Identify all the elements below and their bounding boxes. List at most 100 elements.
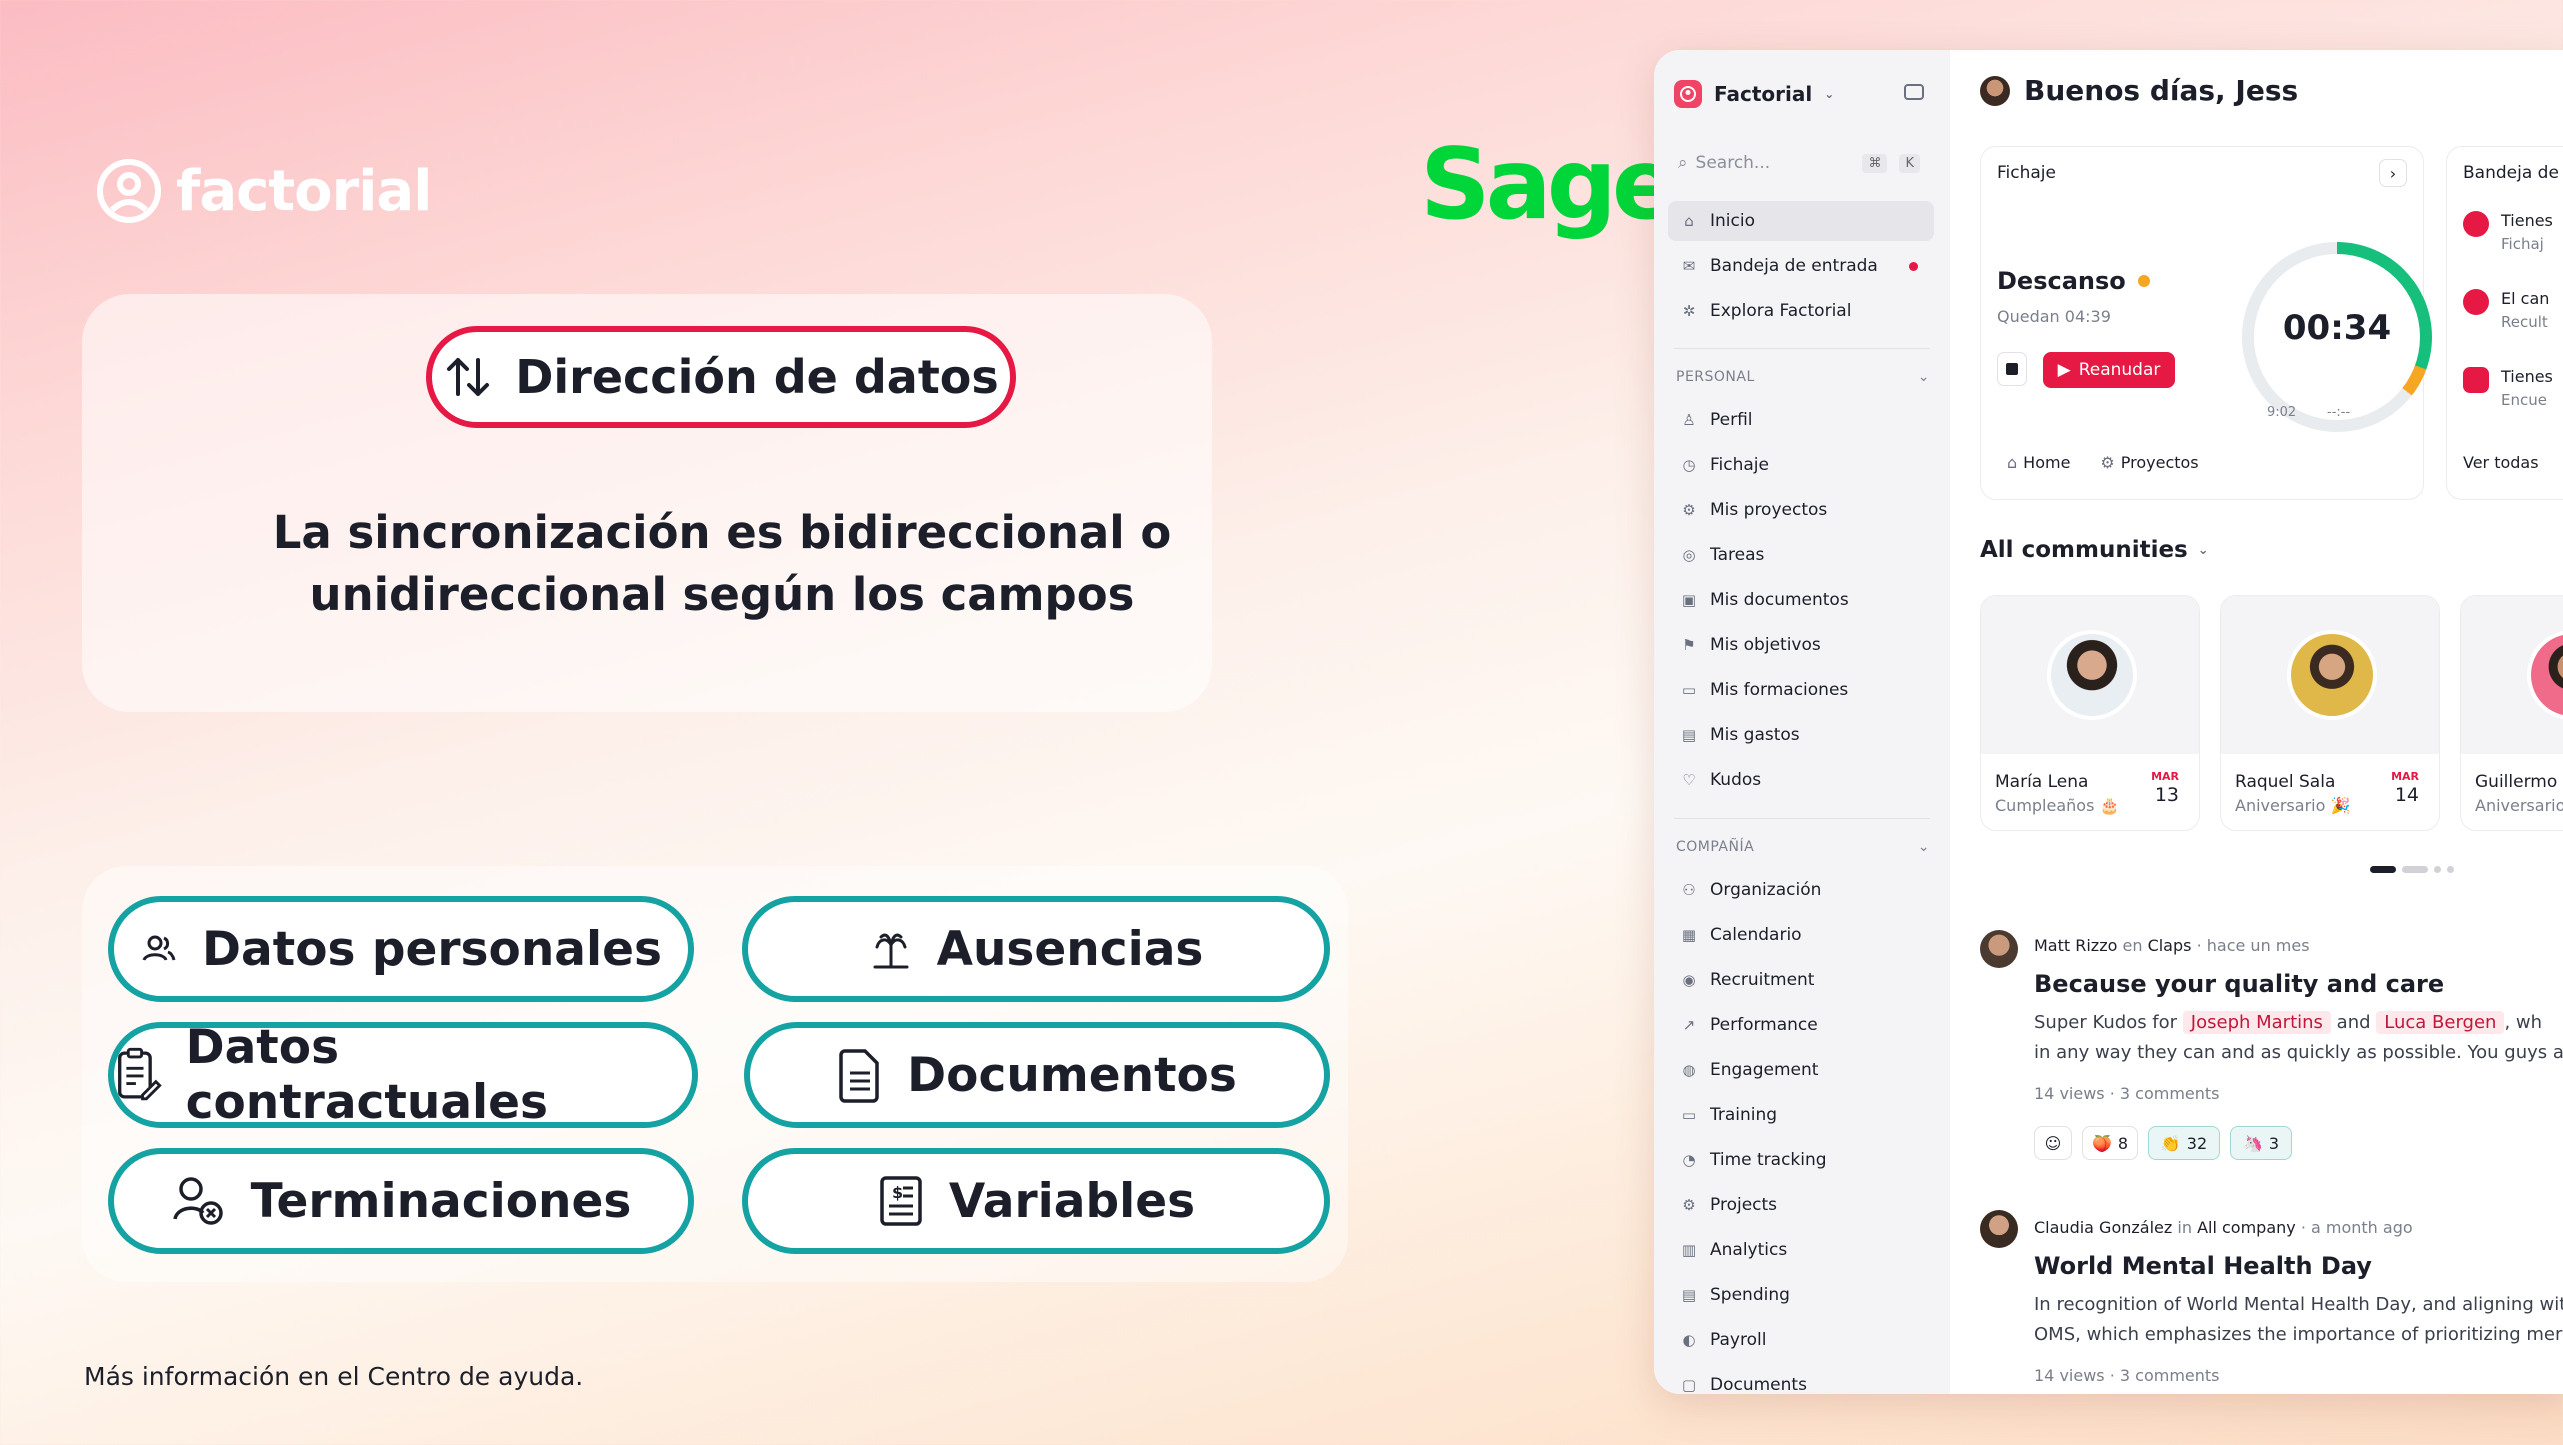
sidebar-toggle-icon[interactable] [1904, 84, 1924, 100]
chip-home[interactable]: ⌂ Home [2007, 453, 2070, 472]
stop-button[interactable] [1997, 352, 2027, 386]
projects-icon: ⚙ [1682, 1196, 1696, 1214]
reaction-chip[interactable]: 👏 32 [2148, 1126, 2220, 1160]
sidebar-item-mis-gastos[interactable]: ▤ Mis gastos [1668, 715, 1934, 755]
logo-text: factorial [176, 158, 432, 224]
sidebar-item-perfil[interactable]: ♙ Perfil [1668, 400, 1934, 440]
sidebar-item-kudos[interactable]: ♡ Kudos [1668, 760, 1934, 800]
timer-ring: 00:34 [2242, 242, 2432, 432]
home-icon: ⌂ [1684, 212, 1694, 230]
sidebar-item-mis-proyectos[interactable]: ⚙ Mis proyectos [1668, 490, 1934, 530]
search-placeholder: Search... [1695, 153, 1771, 173]
projects-icon: ⚙ [1682, 501, 1696, 519]
ver-todas-link[interactable]: Ver todas [2463, 453, 2539, 472]
mention-tag[interactable]: Joseph Martins [2182, 1011, 2331, 1034]
post-author[interactable]: Claudia González [2034, 1218, 2172, 1237]
sidebar-item-tareas[interactable]: ◎ Tareas [1668, 535, 1934, 575]
help-link[interactable]: Más información en el Centro de ayuda. [84, 1362, 583, 1391]
post-title[interactable]: Because your quality and care [2034, 970, 2444, 998]
section-personal[interactable]: PERSONAL ⌄ [1676, 369, 1930, 385]
sidebar-item-bandeja[interactable]: ✉ Bandeja de entrada [1668, 246, 1934, 286]
clock-icon: ◷ [1682, 456, 1696, 474]
chip-proyectos[interactable]: ⚙ Proyectos [2100, 453, 2198, 472]
community-card[interactable]: Raquel Sala Aniversario 🎉 MAR 14 [2220, 595, 2440, 831]
sidebar-item-projects[interactable]: ⚙ Projects [1668, 1185, 1934, 1225]
add-reaction-icon[interactable]: ☺ [2034, 1126, 2072, 1160]
sidebar-item-label: Mis proyectos [1710, 500, 1828, 520]
reaction-emoji: 🍑 [2091, 1133, 2112, 1153]
body-text: Super Kudos for [2034, 1012, 2178, 1033]
inbox-item-sub: Recult [2501, 313, 2548, 331]
reaction-chip[interactable]: 🍑 8 [2082, 1126, 2138, 1160]
end-time: --:-- [2327, 405, 2351, 420]
section-company[interactable]: COMPAÑÍA ⌄ [1676, 839, 1930, 855]
search-input[interactable]: ⌕ Search... ⌘ K [1668, 146, 1928, 180]
sidebar-item-training[interactable]: ▭ Training [1668, 1095, 1934, 1135]
communities-dropdown[interactable]: All communities ⌄ [1980, 537, 2209, 563]
sidebar-item-performance[interactable]: ↗ Performance [1668, 1005, 1934, 1045]
sidebar-item-label: Perfil [1710, 410, 1753, 430]
sidebar-item-fichaje[interactable]: ◷ Fichaje [1668, 445, 1934, 485]
post-title[interactable]: World Mental Health Day [2034, 1252, 2372, 1280]
post-in-word: in [2177, 1218, 2192, 1237]
sidebar-item-label: Training [1710, 1105, 1778, 1125]
sidebar-item-spending[interactable]: ▤ Spending [1668, 1275, 1934, 1315]
pill-terminaciones: Terminaciones [108, 1148, 694, 1254]
sidebar-item-calendario[interactable]: ▦ Calendario [1668, 915, 1934, 955]
fichaje-chips: ⌂ Home ⚙ Proyectos [2007, 453, 2199, 472]
card-event: Aniversario [2475, 796, 2563, 815]
pill-datos-personales: Datos personales [108, 896, 694, 1002]
sidebar-item-analytics[interactable]: ▥ Analytics [1668, 1230, 1934, 1270]
sidebar-item-mis-objetivos[interactable]: ⚑ Mis objetivos [1668, 625, 1934, 665]
community-card[interactable]: María Lena Cumpleaños 🎂 MAR 13 [1980, 595, 2200, 831]
sidebar-item-label: Mis formaciones [1710, 680, 1849, 700]
analytics-icon: ▥ [1681, 1241, 1697, 1259]
chevron-right-icon[interactable]: › [2379, 159, 2407, 187]
post-group[interactable]: All company [2197, 1218, 2296, 1237]
pill-ausencias: Ausencias [742, 896, 1330, 1002]
pill-variables: $ Variables [742, 1148, 1330, 1254]
payslip-icon: $ [880, 1176, 922, 1226]
community-card[interactable]: Guillermo S Aniversario [2460, 595, 2563, 831]
timer-value: 00:34 [2282, 308, 2392, 348]
flag-icon: ⚑ [1682, 636, 1696, 654]
sidebar-item-engagement[interactable]: ◍ Engagement [1668, 1050, 1934, 1090]
user-remove-icon [172, 1177, 223, 1225]
sage-logo: Sage [1420, 128, 1678, 242]
sidebar-item-label: Fichaje [1710, 455, 1769, 475]
body-text: OMS, which emphasizes the importance of … [2034, 1324, 2563, 1345]
avatar[interactable] [1980, 930, 2018, 968]
pill-label: Variables [948, 1173, 1196, 1229]
mention-tag[interactable]: Luca Bergen [2376, 1011, 2505, 1034]
sidebar-item-payroll[interactable]: ◐ Payroll [1668, 1320, 1934, 1360]
user-icon: ♙ [1682, 411, 1696, 429]
home-icon: ⌂ [2007, 453, 2018, 472]
sidebar-item-label: Engagement [1710, 1060, 1819, 1080]
sidebar-item-time-tracking[interactable]: ◔ Time tracking [1668, 1140, 1934, 1180]
post-meta: Claudia González in All company · a mont… [2034, 1218, 2413, 1237]
sidebar-item-label: Spending [1710, 1285, 1790, 1305]
recruitment-icon: ◉ [1682, 971, 1696, 989]
card-name: Raquel Sala [2235, 772, 2336, 792]
post-group[interactable]: Claps [2148, 936, 2192, 955]
sidebar-item-inicio[interactable]: ⌂ Inicio [1668, 201, 1934, 241]
reaction-chip[interactable]: 🦄 3 [2230, 1126, 2292, 1160]
calendar-icon: ▦ [1681, 926, 1697, 944]
post-author[interactable]: Matt Rizzo [2034, 936, 2117, 955]
company-switcher[interactable]: Factorial ⌄ [1674, 80, 1834, 108]
carousel-dots[interactable] [2370, 866, 2454, 873]
sidebar-item-explora[interactable]: ✲ Explora Factorial [1668, 291, 1934, 331]
sidebar-item-recruitment[interactable]: ◉ Recruitment [1668, 960, 1934, 1000]
sidebar-item-label: Mis objetivos [1710, 635, 1821, 655]
sidebar-item-documents[interactable]: ▢ Documents [1668, 1365, 1934, 1394]
sidebar-item-mis-documentos[interactable]: ▣ Mis documentos [1668, 580, 1934, 620]
reanudar-button[interactable]: ▶ Reanudar [2043, 352, 2175, 388]
avatar[interactable] [1980, 1210, 2018, 1248]
avatar[interactable] [1980, 75, 2010, 106]
unread-dot [1909, 261, 1918, 271]
sidebar-item-label: Time tracking [1710, 1150, 1827, 1170]
sidebar-item-mis-formaciones[interactable]: ▭ Mis formaciones [1668, 670, 1934, 710]
chevron-down-icon: ⌄ [1917, 369, 1930, 385]
sidebar-item-organizacion[interactable]: ⚇ Organización [1668, 870, 1934, 910]
folder-icon: ▢ [1681, 1376, 1697, 1394]
